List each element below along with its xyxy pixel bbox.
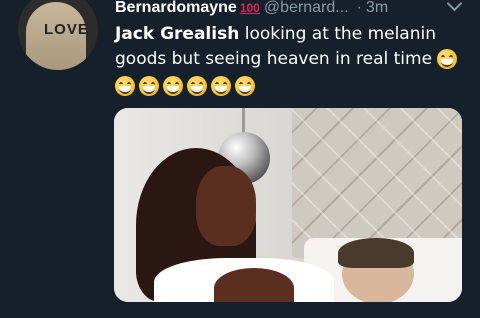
tweet-text: Jack Grealish looking at the melanin goo… — [115, 22, 465, 72]
photo-second-person-hair — [338, 238, 414, 268]
separator-dot: · — [356, 0, 362, 16]
photo-headboard — [292, 108, 462, 258]
user-handle[interactable]: @bernard... — [264, 0, 349, 17]
user-avatar[interactable]: LOVE — [18, 0, 98, 70]
tweet-header: Bernardomayne 100 @bernard... · 3m — [115, 0, 480, 20]
grinning-squinting-face-icon — [139, 76, 159, 96]
photo-lamp-stem — [242, 108, 245, 134]
avatar-print-text: LOVE — [44, 21, 89, 38]
display-name[interactable]: Bernardomayne — [115, 0, 237, 17]
mentioned-name: Jack Grealish — [115, 24, 240, 44]
grinning-squinting-face-icon — [437, 49, 458, 69]
tweet-photo[interactable] — [114, 108, 462, 302]
emoji-row — [115, 76, 259, 96]
grinning-squinting-face-icon — [211, 76, 231, 96]
grinning-squinting-face-icon — [163, 76, 183, 96]
grinning-squinting-face-icon — [235, 76, 255, 96]
photo-person-face — [196, 166, 256, 246]
tweet-timestamp[interactable]: 3m — [366, 0, 388, 17]
grinning-squinting-face-icon — [187, 76, 207, 96]
grinning-squinting-face-icon — [115, 76, 135, 96]
hundred-points-emoji: 100 — [239, 1, 260, 15]
photo-person-chest — [214, 268, 294, 302]
